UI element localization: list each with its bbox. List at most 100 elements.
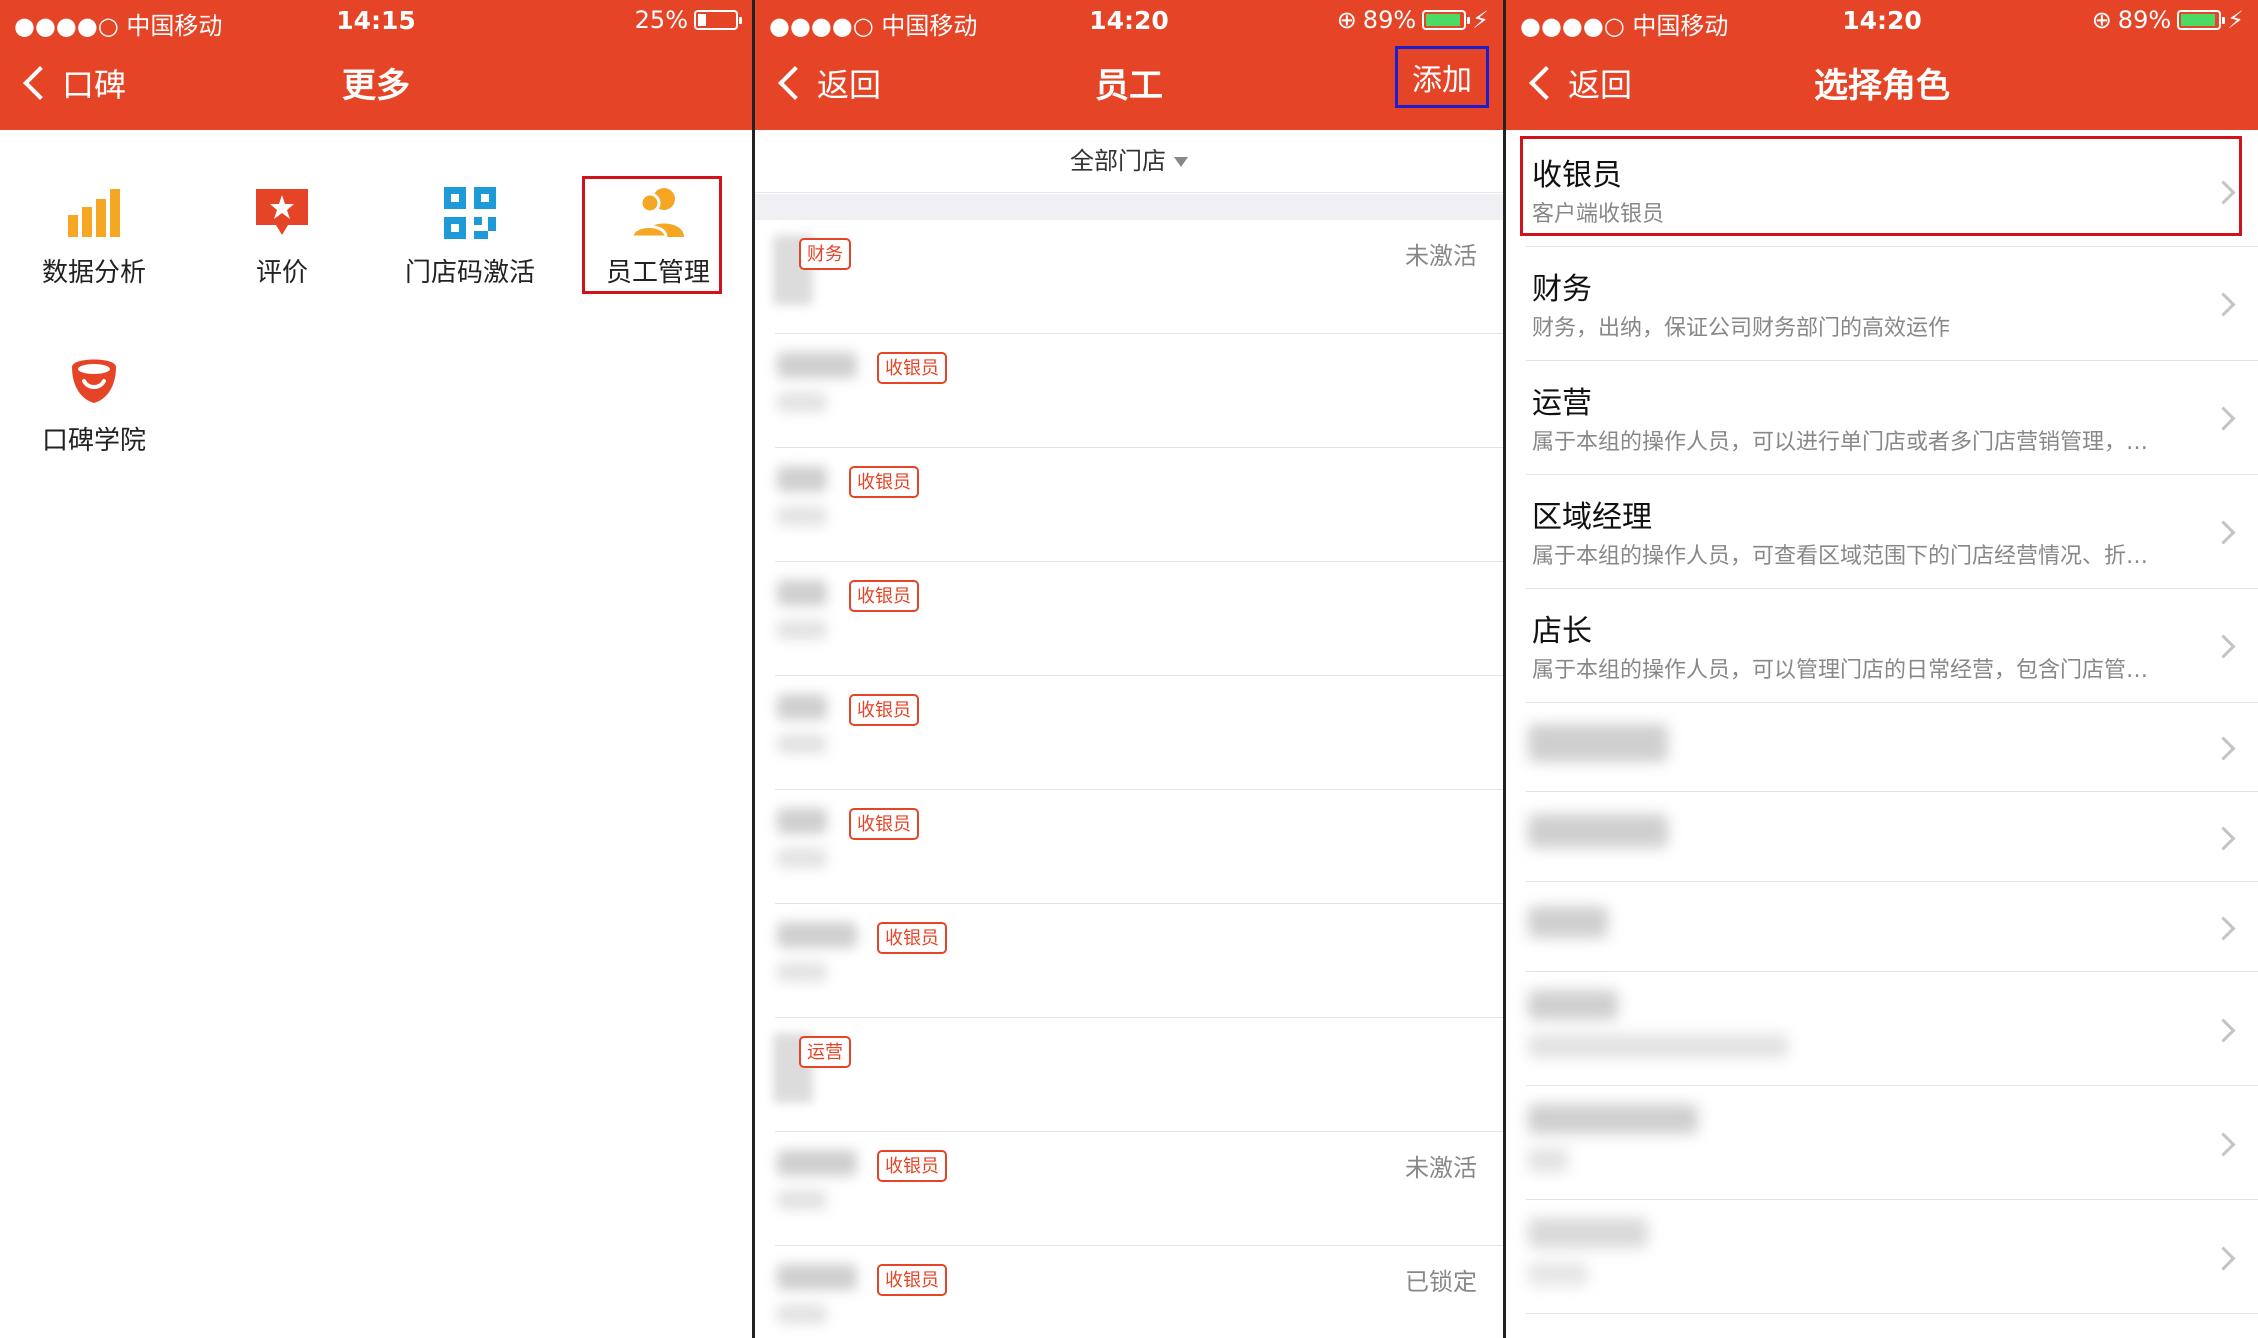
employee-name [777, 922, 857, 948]
chevron-right-icon [2211, 1018, 2236, 1043]
chevron-right-icon [2211, 1246, 2236, 1271]
charging-icon: ⚡ [1472, 6, 1489, 34]
store-filter[interactable]: 全部门店 [755, 130, 1503, 193]
rotation-lock-icon: ⊕ [2091, 6, 2112, 34]
chevron-right-icon [2211, 916, 2236, 941]
employee-row[interactable]: 财务 未激活 [755, 220, 1503, 334]
employee-name [777, 1264, 857, 1290]
grid-item-reviews[interactable]: 评价 [188, 130, 376, 290]
employee-row[interactable]: 收银员 [755, 334, 1503, 448]
role-row-custom[interactable] [1506, 1200, 2258, 1314]
qr-code-icon [444, 187, 496, 239]
role-desc: 属于本组的操作人员，可以管理门店的日常经营，包含门店管… [1532, 658, 2149, 683]
store-filter-label: 全部门店 [1070, 147, 1166, 175]
role-row-custom[interactable] [1506, 882, 2258, 972]
role-row-custom[interactable] [1506, 792, 2258, 882]
chevron-right-icon [2211, 292, 2236, 317]
role-tag: 收银员 [877, 352, 947, 384]
status-bar: ●●●●○ 中国移动 14:15 25% [0, 0, 752, 40]
battery-icon [694, 10, 742, 30]
koubei-school-icon [72, 359, 116, 403]
role-desc: 属于本组的操作人员，可以进行单门店或者多门店营销管理，… [1532, 430, 2149, 455]
employee-row[interactable]: 收银员 [755, 448, 1503, 562]
header: ●●●●○ 中国移动 14:20 ⊕ 89% ⚡ 返回 选择角色 [1506, 0, 2258, 130]
add-button[interactable]: 添加 [1395, 46, 1489, 108]
employee-row[interactable]: 运营 [755, 1018, 1503, 1132]
battery-percent: 89% [1362, 6, 1417, 34]
grid-item-data-analysis[interactable]: 数据分析 [0, 130, 188, 290]
employee-row[interactable]: 收银员 [755, 562, 1503, 676]
highlight-box [1520, 136, 2242, 236]
staff-screen: ●●●●○ 中国移动 14:20 ⊕ 89% ⚡ 返回 员工 添加 全部门店 财… [755, 0, 1503, 1338]
page-title: 更多 [342, 66, 410, 106]
status-bar: ●●●●○ 中国移动 14:20 ⊕ 89% ⚡ [1506, 0, 2258, 40]
employee-name [777, 352, 857, 378]
chevron-right-icon [2211, 1132, 2236, 1157]
employee-row[interactable]: 收银员 [755, 790, 1503, 904]
role-tag: 财务 [799, 238, 851, 270]
role-row-custom[interactable] [1506, 702, 2258, 792]
grid-item-label: 数据分析 [41, 258, 146, 288]
role-tag: 收银员 [877, 922, 947, 954]
header: ●●●●○ 中国移动 14:15 25% 口碑 更多 [0, 0, 752, 130]
page-title: 员工 [1095, 66, 1163, 106]
grid-item-koubei-school[interactable]: 口碑学院 [0, 298, 188, 458]
feature-grid: 数据分析 评价 门店码激活 员工管理 口碑学院 [0, 130, 752, 1338]
role-tag: 收银员 [849, 466, 919, 498]
more-screen: ●●●●○ 中国移动 14:15 25% 口碑 更多 数据分析 评价 门店码激活… [0, 0, 752, 1338]
employee-status: 已锁定 [1405, 1268, 1477, 1296]
employee-status: 未激活 [1405, 1154, 1477, 1182]
role-desc: 财务，出纳，保证公司财务部门的高效运作 [1532, 316, 1951, 341]
employee-name [777, 1150, 857, 1176]
employee-row[interactable]: 收银员 已锁定 [755, 1246, 1503, 1338]
role-row-custom[interactable] [1506, 1086, 2258, 1200]
employee-row[interactable]: 收银员 未激活 [755, 1132, 1503, 1246]
role-tag: 收银员 [849, 808, 919, 840]
charging-icon: ⚡ [2227, 6, 2244, 34]
caret-down-icon [1174, 157, 1188, 167]
employee-name [777, 580, 827, 606]
role-tag: 收银员 [849, 580, 919, 612]
grid-item-label: 评价 [255, 258, 308, 288]
role-desc: 属于本组的操作人员，可查看区域范围下的门店经营情况、折… [1532, 544, 2149, 569]
role-title: 区域经理 [1532, 500, 1652, 535]
chevron-right-icon [2211, 736, 2236, 761]
battery-percent: 89% [2117, 6, 2172, 34]
role-row-operations[interactable]: 运营 属于本组的操作人员，可以进行单门店或者多门店营销管理，… [1506, 360, 2258, 475]
nav-bar: 口碑 更多 [0, 48, 752, 124]
employee-row[interactable]: 收银员 [755, 904, 1503, 1018]
nav-bar: 返回 员工 添加 [755, 46, 1503, 124]
rotation-lock-icon: ⊕ [1336, 6, 1357, 34]
role-row-custom[interactable] [1506, 972, 2258, 1086]
employee-status: 未激活 [1405, 242, 1477, 270]
employee-row[interactable]: 收银员 [755, 676, 1503, 790]
page-title: 选择角色 [1814, 66, 1950, 106]
role-row-area-manager[interactable]: 区域经理 属于本组的操作人员，可查看区域范围下的门店经营情况、折… [1506, 474, 2258, 589]
role-title: 店长 [1532, 614, 1592, 649]
chevron-right-icon [2211, 520, 2236, 545]
grid-item-store-code[interactable]: 门店码激活 [376, 130, 564, 290]
role-title: 运营 [1532, 386, 1592, 421]
role-title: 财务 [1532, 272, 1592, 307]
role-tag: 收银员 [877, 1150, 947, 1182]
employee-name [777, 808, 827, 834]
chevron-right-icon [2211, 406, 2236, 431]
employee-name [777, 694, 827, 720]
role-tag: 运营 [799, 1036, 851, 1068]
section-gap [755, 194, 1503, 220]
grid-item-label: 口碑学院 [41, 426, 146, 456]
chevron-right-icon [2211, 826, 2236, 851]
chevron-right-icon [2211, 634, 2236, 659]
role-row-finance[interactable]: 财务 财务，出纳，保证公司财务部门的高效运作 [1506, 246, 2258, 361]
bar-chart-icon [68, 189, 120, 237]
employee-name [777, 466, 827, 492]
header: ●●●●○ 中国移动 14:20 ⊕ 89% ⚡ 返回 员工 添加 [755, 0, 1503, 130]
battery-percent: 25% [634, 6, 688, 34]
role-row-store-manager[interactable]: 店长 属于本组的操作人员，可以管理门店的日常经营，包含门店管… [1506, 588, 2258, 703]
status-bar: ●●●●○ 中国移动 14:20 ⊕ 89% ⚡ [755, 0, 1503, 40]
highlight-box [582, 176, 722, 294]
role-tag: 收银员 [849, 694, 919, 726]
grid-item-label: 门店码激活 [404, 258, 535, 288]
nav-bar: 返回 选择角色 [1506, 48, 2258, 124]
battery-icon [1422, 10, 1471, 30]
